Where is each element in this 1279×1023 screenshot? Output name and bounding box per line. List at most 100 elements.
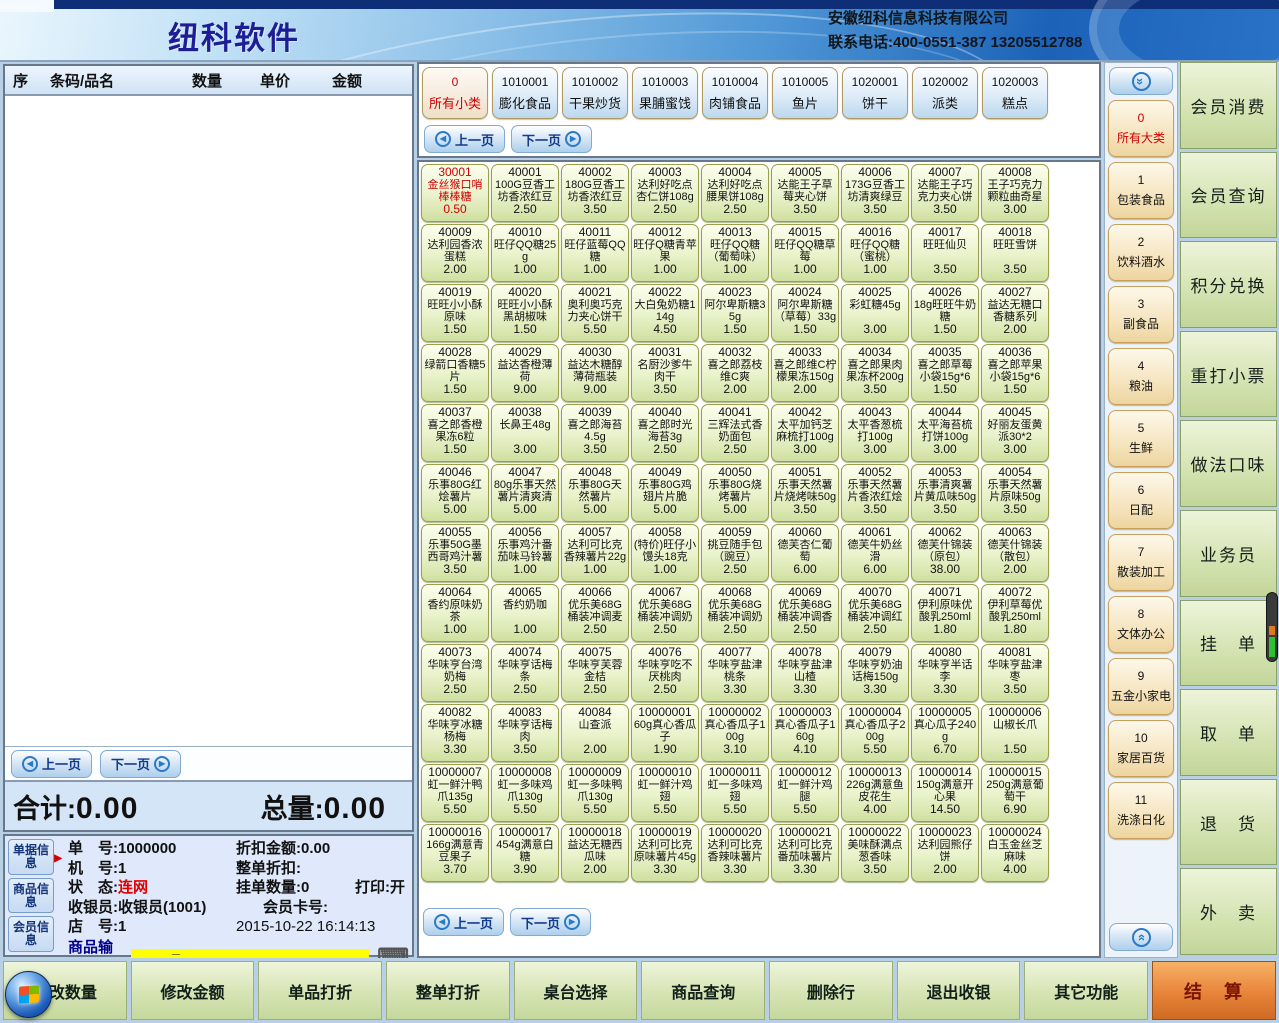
- small-category-tab-1020002[interactable]: 1020002派类: [912, 67, 978, 119]
- info-tab-0[interactable]: 单据信息▶: [8, 839, 54, 875]
- product-cell[interactable]: 40065香约奶咖1.00: [491, 584, 559, 642]
- product-cell[interactable]: 40071伊利原味优酸乳250ml1.80: [911, 584, 979, 642]
- windows-start-orb[interactable]: [5, 971, 52, 1018]
- product-cell[interactable]: 40038长鼻王48g3.00: [491, 404, 559, 462]
- large-category-7[interactable]: 7散装加工: [1108, 534, 1174, 591]
- product-cell[interactable]: 10000009虹一多味鸭爪130g5.50: [561, 764, 629, 822]
- product-cell[interactable]: 10000007虹一鲜汁鸭爪135g5.50: [421, 764, 489, 822]
- product-cell[interactable]: 40073华味亨台湾奶梅2.50: [421, 644, 489, 702]
- product-cell[interactable]: 40031名厨沙爹牛肉干3.50: [631, 344, 699, 402]
- product-cell[interactable]: 10000008虹一多味鸡爪130g5.50: [491, 764, 559, 822]
- small-category-tab-0[interactable]: 0所有小类: [422, 67, 488, 119]
- large-category-9[interactable]: 9五金小家电: [1108, 658, 1174, 715]
- product-cell[interactable]: 10000006山椒长爪1.50: [981, 704, 1049, 762]
- product-cell[interactable]: 40045好丽友蛋黄派30*23.00: [981, 404, 1049, 462]
- product-cell[interactable]: 40023阿尔卑斯糖35g1.50: [701, 284, 769, 342]
- product-cell[interactable]: 40051乐事天然薯片烧烤味50g3.50: [771, 464, 839, 522]
- product-cell[interactable]: 10000010虹一鲜汁鸡翅5.50: [631, 764, 699, 822]
- product-cell[interactable]: 10000023达利园熊仔饼2.00: [911, 824, 979, 882]
- product-cell[interactable]: 40024阿尔卑斯糖（草莓）33g1.50: [771, 284, 839, 342]
- settle-button[interactable]: 结 算: [1152, 961, 1276, 1020]
- product-cell[interactable]: 40015旺仔QQ糖草莓1.00: [771, 224, 839, 282]
- small-category-tab-1010003[interactable]: 1010003果脯蜜饯: [632, 67, 698, 119]
- product-cell[interactable]: 40022大白兔奶糖114g4.50: [631, 284, 699, 342]
- product-cell[interactable]: 4002618g旺旺牛奶糖1.50: [911, 284, 979, 342]
- product-cell[interactable]: 40003达利好吃点杏仁饼108g2.50: [631, 164, 699, 222]
- large-category-8[interactable]: 8文体办公: [1108, 596, 1174, 653]
- product-cell[interactable]: 4004780g乐事天然薯片清爽清5.00: [491, 464, 559, 522]
- product-cell[interactable]: 40006173G豆香工坊清爽绿豆3.50: [841, 164, 909, 222]
- member-consume-button[interactable]: 会员消费: [1180, 62, 1277, 149]
- product-cell[interactable]: 10000013226g满意鱼皮花生4.00: [841, 764, 909, 822]
- product-cell[interactable]: 40053乐事清爽薯片黄瓜味50g3.50: [911, 464, 979, 522]
- scrollbar-handle[interactable]: [1266, 592, 1278, 662]
- product-cell[interactable]: 30001金丝猴口哨棒棒糖0.50: [421, 164, 489, 222]
- next-page-button[interactable]: 下一页▶: [511, 125, 592, 153]
- product-cell[interactable]: 40079华味亨奶油话梅150g3.30: [841, 644, 909, 702]
- product-cell[interactable]: 40075华味亨芙蓉金桔2.50: [561, 644, 629, 702]
- product-cell[interactable]: 40061德芙牛奶丝滑6.00: [841, 524, 909, 582]
- product-cell[interactable]: 40005达能王子草莓夹心饼3.50: [771, 164, 839, 222]
- product-cell[interactable]: 40042太平加钙芝麻梳打100g3.00: [771, 404, 839, 462]
- product-query-button[interactable]: 商品查询: [641, 961, 765, 1020]
- large-category-10[interactable]: 10家居百货: [1108, 720, 1174, 777]
- product-cell[interactable]: 40012旺仔Q糖青苹果1.00: [631, 224, 699, 282]
- large-category-4[interactable]: 4粮油: [1108, 348, 1174, 405]
- large-category-0[interactable]: 0所有大类: [1108, 100, 1174, 157]
- large-category-5[interactable]: 5生鲜: [1108, 410, 1174, 467]
- product-cell[interactable]: 10000004真心香瓜子200g5.50: [841, 704, 909, 762]
- product-cell[interactable]: 40002180G豆香工坊香浓红豆3.50: [561, 164, 629, 222]
- product-cell[interactable]: 40017旺旺仙贝3.50: [911, 224, 979, 282]
- product-cell[interactable]: 40068优乐美68G桶装冲调奶茶2.50: [701, 584, 769, 642]
- product-cell[interactable]: 40019旺旺小小酥原味1.50: [421, 284, 489, 342]
- product-cell[interactable]: 40029益达香橙薄荷9.00: [491, 344, 559, 402]
- small-category-tab-1010004[interactable]: 1010004肉铺食品: [702, 67, 768, 119]
- product-cell[interactable]: 40018旺旺雪饼3.50: [981, 224, 1049, 282]
- small-category-tab-1020001[interactable]: 1020001饼干: [842, 67, 908, 119]
- large-category-1[interactable]: 1包装食品: [1108, 162, 1174, 219]
- product-cell[interactable]: 40040喜之郎时光海苔3g2.50: [631, 404, 699, 462]
- product-cell[interactable]: 10000022美味酥满点葱香味3.50: [841, 824, 909, 882]
- large-category-3[interactable]: 3副食品: [1108, 286, 1174, 343]
- product-cell[interactable]: 10000012虹一鲜汁鸡腿5.50: [771, 764, 839, 822]
- product-cell[interactable]: 10000021达利可比克番茄味薯片3.30: [771, 824, 839, 882]
- scroll-down-button[interactable]: »: [1109, 67, 1173, 95]
- product-cell[interactable]: 40062德芙什锦装（原包）38.00: [911, 524, 979, 582]
- product-cell[interactable]: 40037喜之郎香橙果冻6粒1.50: [421, 404, 489, 462]
- product-cell[interactable]: 10000011虹一多味鸡翅5.50: [701, 764, 769, 822]
- product-cell[interactable]: 10000014150g满意开心果14.50: [911, 764, 979, 822]
- product-cell[interactable]: 40078华味亨盐津山楂3.30: [771, 644, 839, 702]
- exit-cashier-button[interactable]: 退出收银: [897, 961, 1021, 1020]
- product-cell[interactable]: 40016旺仔QQ糖（蜜桃）1.00: [841, 224, 909, 282]
- other-functions-button[interactable]: 其它功能: [1024, 961, 1148, 1020]
- product-cell[interactable]: 40074华味亨话梅条2.50: [491, 644, 559, 702]
- prev-page-button[interactable]: ◀上一页: [423, 908, 504, 936]
- product-cell[interactable]: 40008王子巧克力颗粒曲奇星3.00: [981, 164, 1049, 222]
- product-cell[interactable]: 40056乐事鸡汁番茄味马铃薯1.00: [491, 524, 559, 582]
- product-cell[interactable]: 40083华味亨话梅肉3.50: [491, 704, 559, 762]
- small-category-tab-1010002[interactable]: 1010002干果炒货: [562, 67, 628, 119]
- product-cell[interactable]: 40039喜之郎海苔4.5g3.50: [561, 404, 629, 462]
- product-cell[interactable]: 40048乐事80G天然薯片5.00: [561, 464, 629, 522]
- product-cell[interactable]: 40066优乐美68G桶装冲调麦香2.50: [561, 584, 629, 642]
- product-cell[interactable]: 40054乐事天然薯片原味50g3.50: [981, 464, 1049, 522]
- prev-page-button[interactable]: ◀上一页: [11, 750, 92, 778]
- product-cell[interactable]: 10000019达利可比克原味薯片45g3.30: [631, 824, 699, 882]
- product-cell[interactable]: 40011旺仔蓝莓QQ糖1.00: [561, 224, 629, 282]
- product-cell[interactable]: 10000018益达无糖西瓜味2.00: [561, 824, 629, 882]
- reprint-receipt-button[interactable]: 重打小票: [1180, 331, 1277, 418]
- product-cell[interactable]: 40033喜之郎维C柠檬果冻150g2.00: [771, 344, 839, 402]
- product-cell[interactable]: 40010旺仔QQ糖25g1.00: [491, 224, 559, 282]
- takeout-button[interactable]: 外 卖: [1180, 868, 1277, 955]
- product-cell[interactable]: 10000016166g满意青豆果子3.70: [421, 824, 489, 882]
- product-cell[interactable]: 40034喜之郎果肉果冻杯200g3.50: [841, 344, 909, 402]
- product-cell[interactable]: 40076华味亨吃不厌桃肉2.50: [631, 644, 699, 702]
- product-cell[interactable]: 40084山查派2.00: [561, 704, 629, 762]
- product-cell[interactable]: 40055乐事50G墨西哥鸡汁薯片3.50: [421, 524, 489, 582]
- product-cell[interactable]: 40057达利可比克香辣薯片22g1.00: [561, 524, 629, 582]
- product-cell[interactable]: 40077华味亨盐津桃条3.30: [701, 644, 769, 702]
- product-cell[interactable]: 40001100G豆香工坊香浓红豆2.50: [491, 164, 559, 222]
- points-exchange-button[interactable]: 积分兑换: [1180, 241, 1277, 328]
- retrieve-order-button[interactable]: 取 单: [1180, 689, 1277, 776]
- refund-button[interactable]: 退 货: [1180, 779, 1277, 866]
